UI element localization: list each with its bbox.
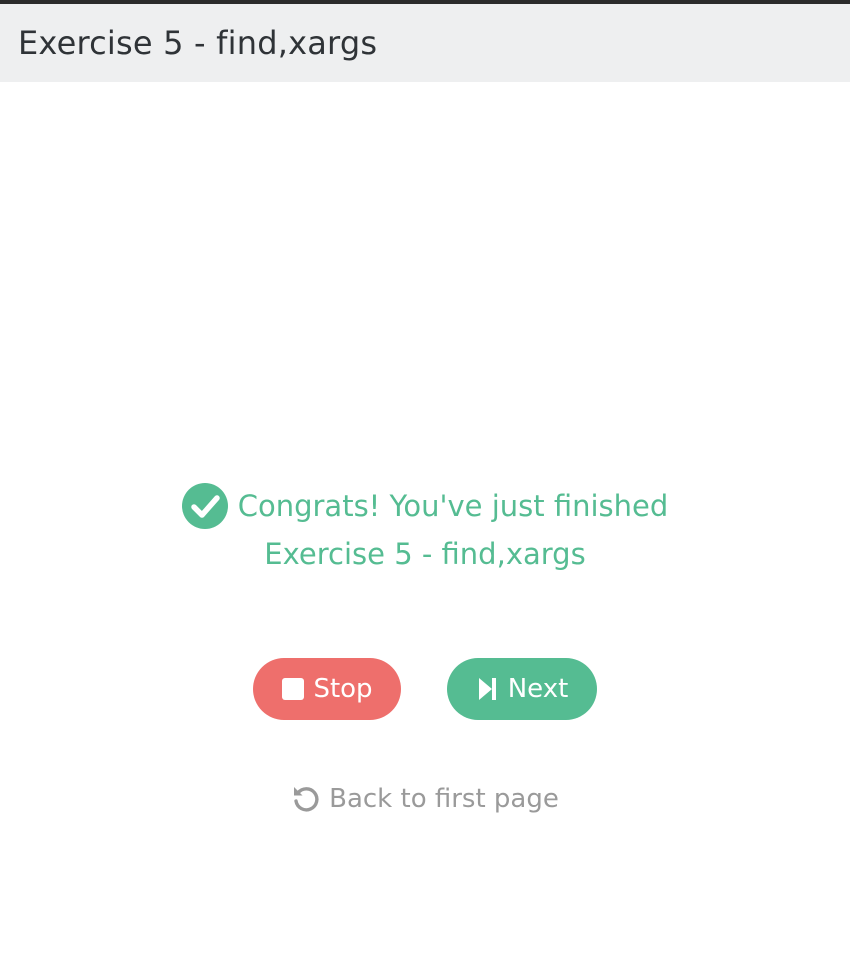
congrats-message: Congrats! You've just finished Exercise … <box>0 482 850 578</box>
congrats-line1-row: Congrats! You've just finished <box>0 482 850 530</box>
header-bar: Exercise 5 - find,xargs <box>0 4 850 82</box>
action-buttons: Stop Next <box>0 658 850 720</box>
stop-button[interactable]: Stop <box>253 658 401 720</box>
page-title: Exercise 5 - find,xargs <box>18 24 378 62</box>
back-to-first-page-link[interactable]: Back to first page <box>0 784 850 814</box>
congrats-exercise-name: Exercise 5 - find,xargs <box>264 537 586 571</box>
step-forward-icon <box>476 677 500 701</box>
check-circle-icon <box>181 483 228 529</box>
undo-icon <box>291 784 321 814</box>
next-label: Next <box>507 674 569 704</box>
stop-icon <box>281 677 305 701</box>
back-link-label: Back to first page <box>329 784 559 814</box>
next-button[interactable]: Next <box>447 658 597 720</box>
stop-label: Stop <box>313 674 373 704</box>
congrats-text: Congrats! You've just finished <box>237 489 669 523</box>
